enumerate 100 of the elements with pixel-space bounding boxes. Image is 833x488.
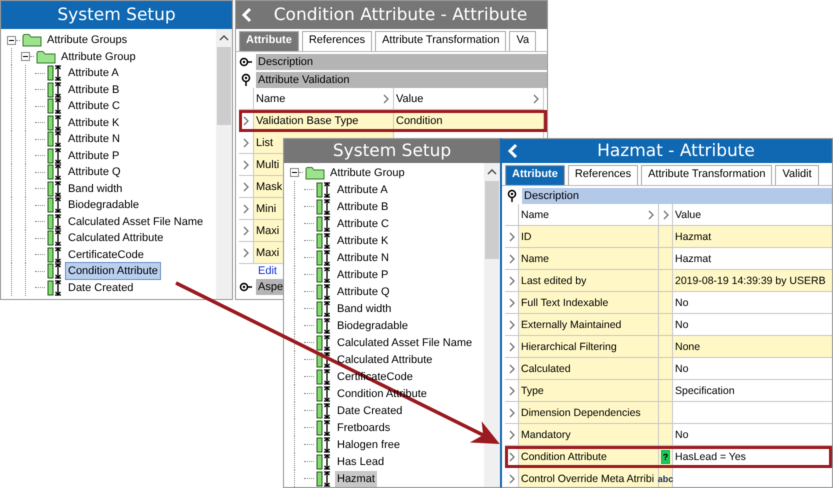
- tree-item[interactable]: Attribute Groups: [45, 32, 130, 48]
- expand-row-icon[interactable]: [508, 320, 514, 330]
- scroll-up-icon[interactable]: [487, 169, 497, 175]
- expand-row-icon[interactable]: [508, 452, 514, 462]
- expand-row-icon[interactable]: [243, 116, 249, 126]
- tree-item[interactable]: Attribute Q: [66, 164, 123, 180]
- expand-row-icon[interactable]: [508, 342, 514, 352]
- attribute-icon: [316, 420, 332, 436]
- expand-row-icon[interactable]: [508, 298, 514, 308]
- tree-item[interactable]: CertificateCode: [66, 246, 146, 263]
- attribute-icon: [316, 300, 332, 316]
- collapse-icon[interactable]: [21, 52, 30, 62]
- attribute-icon: [316, 470, 332, 486]
- tree-item[interactable]: Attribute N: [335, 250, 391, 266]
- attribute-icon: [47, 197, 63, 214]
- back-icon[interactable]: [242, 7, 252, 23]
- expand-row-icon[interactable]: [508, 232, 514, 242]
- pin-icon[interactable]: [239, 73, 253, 87]
- pin-icon[interactable]: [505, 189, 519, 203]
- tab[interactable]: References: [568, 165, 638, 185]
- section-header[interactable]: Aspe: [256, 279, 285, 295]
- tree-item[interactable]: Calculated Asset File Name: [335, 334, 474, 350]
- tree-item[interactable]: Calculated Attribute: [66, 230, 166, 246]
- tree-item[interactable]: Attribute Group: [328, 164, 407, 180]
- attribute-name: Name: [521, 252, 550, 264]
- expand-row-icon[interactable]: [243, 226, 249, 236]
- tree-item[interactable]: Calculated Asset File Name: [66, 214, 206, 230]
- tab[interactable]: Va: [509, 31, 536, 51]
- column-header[interactable]: Name: [256, 92, 286, 104]
- attribute-name: Last edited by: [521, 274, 586, 286]
- scroll-up-icon[interactable]: [219, 35, 229, 41]
- tree-item[interactable]: Fretboards: [335, 420, 392, 436]
- tree-item[interactable]: Band width: [335, 300, 394, 316]
- tab[interactable]: Attribute: [239, 31, 299, 51]
- tree-item[interactable]: Attribute Group: [59, 48, 138, 65]
- column-header[interactable]: Value: [675, 208, 702, 220]
- expand-row-icon[interactable]: [508, 408, 514, 418]
- collapse-icon[interactable]: [290, 168, 299, 177]
- expand-row-icon[interactable]: [508, 474, 514, 484]
- scrollbar-thumb[interactable]: [485, 181, 499, 259]
- expand-row-icon[interactable]: [508, 276, 514, 286]
- tree-item[interactable]: Attribute C: [335, 216, 391, 232]
- scrollbar-thumb[interactable]: [217, 47, 231, 125]
- expand-row-icon[interactable]: [508, 364, 514, 374]
- tree-item[interactable]: Attribute B: [335, 198, 390, 214]
- tab[interactable]: Attribute Transformation: [641, 165, 772, 185]
- back-icon[interactable]: [508, 143, 518, 159]
- tree-item[interactable]: Attribute Q: [335, 284, 392, 300]
- tab[interactable]: Attribute Transformation: [375, 31, 506, 51]
- expand-row-icon[interactable]: [508, 254, 514, 264]
- pin-icon[interactable]: [239, 280, 253, 294]
- tab[interactable]: Attribute: [505, 165, 565, 185]
- collapse-icon[interactable]: [7, 36, 16, 45]
- pin-icon[interactable]: [239, 55, 253, 69]
- tab[interactable]: References: [302, 31, 372, 51]
- folder-icon: [305, 166, 325, 180]
- value-cell[interactable]: Condition: [394, 110, 544, 132]
- column-header[interactable]: Name: [521, 208, 550, 220]
- tree-item[interactable]: Attribute P: [66, 148, 122, 164]
- expand-row-icon[interactable]: [243, 182, 249, 192]
- expand-row-icon[interactable]: [508, 386, 514, 396]
- expand-row-icon[interactable]: [243, 204, 249, 214]
- tree-item[interactable]: Band width: [66, 180, 124, 197]
- tab[interactable]: Validit: [775, 165, 819, 185]
- tree-item[interactable]: Calculated Attribute: [335, 352, 434, 368]
- tree-item[interactable]: Condition Attribute: [66, 263, 160, 280]
- tree-item[interactable]: Attribute N: [66, 131, 122, 148]
- expand-row-icon[interactable]: [243, 160, 249, 170]
- tree-item[interactable]: Attribute A: [335, 182, 390, 198]
- section-header[interactable]: Description: [522, 188, 832, 204]
- tree-item[interactable]: Halogen free: [335, 436, 402, 452]
- tree-item[interactable]: Hazmat: [335, 470, 377, 486]
- expand-row-icon[interactable]: [243, 138, 249, 148]
- attribute-icon: [316, 402, 332, 418]
- value-cell[interactable]: None: [673, 336, 832, 358]
- attribute-icon: [47, 180, 63, 197]
- tree-item[interactable]: Biodegradable: [66, 197, 141, 214]
- chevron-icon: [533, 94, 539, 104]
- tree-item[interactable]: Attribute B: [66, 82, 122, 98]
- tree-item[interactable]: Attribute K: [66, 114, 122, 131]
- column-header[interactable]: Value: [396, 92, 424, 104]
- tree-item[interactable]: Attribute C: [66, 98, 122, 114]
- tree-item[interactable]: Has Lead: [335, 454, 386, 470]
- attribute-icon: [47, 98, 63, 114]
- expand-row-icon[interactable]: [243, 248, 249, 258]
- expand-row-icon[interactable]: [508, 430, 514, 440]
- scrollbar[interactable]: [216, 29, 232, 299]
- edit-link[interactable]: Edit: [258, 265, 277, 277]
- section-header[interactable]: Description: [256, 54, 547, 70]
- section-header[interactable]: Attribute Validation: [256, 72, 547, 88]
- tree-item[interactable]: Date Created: [66, 280, 136, 296]
- value-cell[interactable]: Hazmat: [673, 226, 832, 248]
- tree-item[interactable]: Attribute A: [66, 65, 121, 82]
- scrollbar[interactable]: [484, 163, 500, 487]
- tree-item[interactable]: Attribute K: [335, 232, 390, 248]
- tree-item[interactable]: Date Created: [335, 402, 404, 418]
- panel-title: Condition Attribute - Attribute: [272, 5, 528, 25]
- tree-item[interactable]: Attribute P: [335, 266, 390, 282]
- tree-item[interactable]: Biodegradable: [335, 318, 410, 334]
- value-cell[interactable]: 2019-08-19 14:39:39 by USERB: [673, 270, 832, 292]
